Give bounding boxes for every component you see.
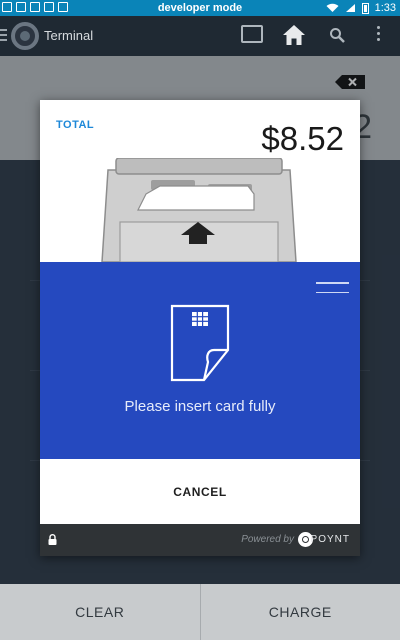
lock-icon	[48, 534, 57, 545]
powered-by-label: Powered by	[241, 534, 294, 545]
dialog-footer: Powered by POYNT	[40, 524, 360, 556]
chip-card-icon	[170, 304, 230, 382]
total-amount: $8.52	[261, 120, 344, 157]
brand-name: POYNT	[310, 534, 350, 545]
overflow-menu-icon[interactable]	[375, 26, 381, 44]
menu-lines-icon[interactable]	[316, 282, 349, 294]
app-bar: Terminal	[0, 16, 400, 56]
clock: 1:33	[374, 2, 396, 14]
search-icon[interactable]	[329, 27, 345, 43]
charge-button[interactable]: CHARGE	[201, 584, 400, 640]
insert-card-message: Please insert card fully	[124, 398, 276, 415]
wifi-icon	[326, 3, 339, 12]
clear-button[interactable]: CLEAR	[0, 584, 200, 640]
app-title: Terminal	[44, 28, 94, 43]
status-right-icons: 1:33	[326, 2, 396, 14]
screen-icon[interactable]	[241, 25, 263, 43]
menu-icon[interactable]	[0, 29, 7, 43]
status-bar: developer mode 1:33	[0, 0, 400, 16]
app-logo	[11, 22, 39, 50]
total-label: TOTAL	[56, 119, 95, 131]
insert-card-panel: Please insert card fully	[40, 262, 360, 459]
card-reader-illustration	[101, 158, 297, 262]
payment-dialog: TOTAL $8.52 Please insert card fully CAN…	[40, 100, 360, 556]
home-icon[interactable]	[282, 24, 306, 46]
signal-icon	[345, 4, 355, 12]
cancel-button[interactable]: CANCEL	[40, 459, 360, 524]
action-bar: CLEAR CHARGE	[0, 584, 400, 640]
battery-icon	[361, 2, 369, 14]
